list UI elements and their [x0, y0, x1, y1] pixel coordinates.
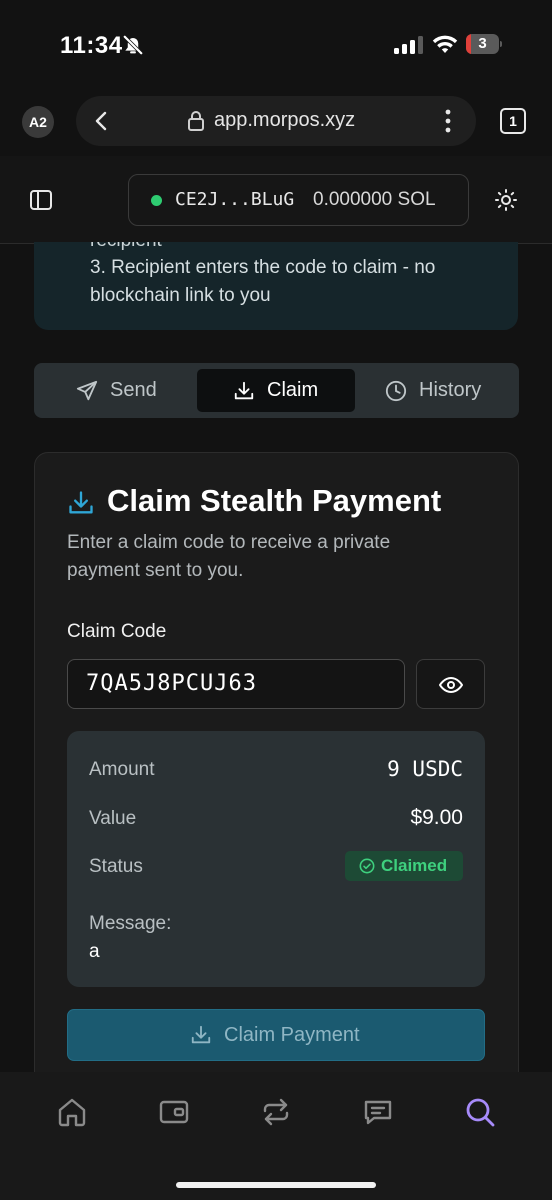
- tab-send-label: Send: [110, 379, 157, 401]
- connected-indicator: [151, 195, 162, 206]
- message-label: Message:: [89, 913, 172, 934]
- tab-history[interactable]: History: [357, 369, 513, 412]
- claim-code-input[interactable]: 7QA5J8PCUJ63: [67, 659, 405, 709]
- wallet-balance: 0.000000 SOL: [313, 189, 436, 210]
- battery-percent: 3: [478, 35, 487, 52]
- status-badge-text: Claimed: [381, 856, 448, 875]
- profile-avatar[interactable]: A2: [22, 106, 54, 138]
- claim-description: Enter a claim code to receive a private …: [67, 532, 391, 581]
- status-bar: 11:34 3: [0, 0, 552, 90]
- wallet-icon[interactable]: [158, 1096, 190, 1128]
- message-value: a: [89, 941, 100, 962]
- messages-icon[interactable]: [362, 1096, 394, 1128]
- swap-icon[interactable]: [260, 1096, 292, 1128]
- home-icon[interactable]: [56, 1096, 88, 1128]
- more-vertical-icon[interactable]: [436, 108, 460, 134]
- tab-history-label: History: [419, 379, 482, 401]
- claim-code-label: Claim Code: [67, 621, 167, 642]
- address-bar[interactable]: app.morpos.xyz: [76, 96, 476, 146]
- download-icon: [69, 491, 93, 514]
- tab-switcher-button[interactable]: 1: [500, 108, 526, 134]
- download-icon: [234, 381, 254, 400]
- clock-time: 11:34: [60, 32, 123, 59]
- check-circle-icon: [359, 858, 375, 874]
- back-chevron-icon[interactable]: [90, 109, 114, 133]
- info-clipped-text: recipient: [90, 242, 162, 252]
- download-icon: [191, 1025, 211, 1044]
- claim-title: Claim Stealth Payment: [107, 483, 442, 518]
- cell-signal-icon: [394, 36, 423, 54]
- bottom-nav: [0, 1072, 552, 1200]
- battery-icon: 3: [466, 34, 502, 54]
- amount-label: Amount: [89, 759, 155, 780]
- eye-icon: [439, 676, 463, 694]
- info-step-3-line-1: 3. Recipient enters the code to claim - …: [90, 257, 436, 278]
- status-label: Status: [89, 856, 143, 877]
- browser-bar: A2 app.morpos.xyz 1: [0, 92, 552, 152]
- clock-icon: [385, 380, 407, 402]
- mode-tabs: Send Claim History: [34, 363, 519, 418]
- status-badge: Claimed: [345, 851, 463, 881]
- toggle-visibility-button[interactable]: [416, 659, 485, 709]
- claim-card: Claim Stealth Payment Enter a claim code…: [34, 452, 519, 1092]
- value-label: Value: [89, 808, 137, 829]
- search-icon[interactable]: [464, 1096, 496, 1128]
- claim-payment-button[interactable]: Claim Payment: [67, 1009, 485, 1061]
- wifi-icon: [432, 35, 458, 53]
- payment-details: Amount 9 USDC Value $9.00 Status Claimed…: [67, 731, 485, 987]
- tab-claim-label: Claim: [267, 379, 319, 401]
- send-icon: [76, 380, 98, 401]
- tab-send[interactable]: Send: [40, 369, 196, 412]
- lock-icon: [188, 111, 204, 131]
- silent-bell-icon: [122, 34, 144, 56]
- info-step-3-line-2: blockchain link to you: [90, 285, 271, 306]
- app-header: CE2J...BLuG 0.000000 SOL: [0, 156, 552, 244]
- home-indicator: [176, 1182, 376, 1188]
- sun-icon[interactable]: [494, 188, 518, 212]
- tab-claim[interactable]: Claim: [197, 369, 355, 412]
- url-text: app.morpos.xyz: [214, 109, 356, 131]
- claim-payment-label: Claim Payment: [224, 1024, 360, 1046]
- wallet-address: CE2J...BLuG: [175, 189, 295, 210]
- sidebar-toggle-icon[interactable]: [30, 190, 52, 210]
- wallet-button[interactable]: CE2J...BLuG 0.000000 SOL: [128, 174, 469, 226]
- amount-value: 9 USDC: [387, 757, 463, 781]
- value-amount: $9.00: [410, 806, 463, 829]
- how-it-works-card: recipient 3. Recipient enters the code t…: [34, 242, 518, 330]
